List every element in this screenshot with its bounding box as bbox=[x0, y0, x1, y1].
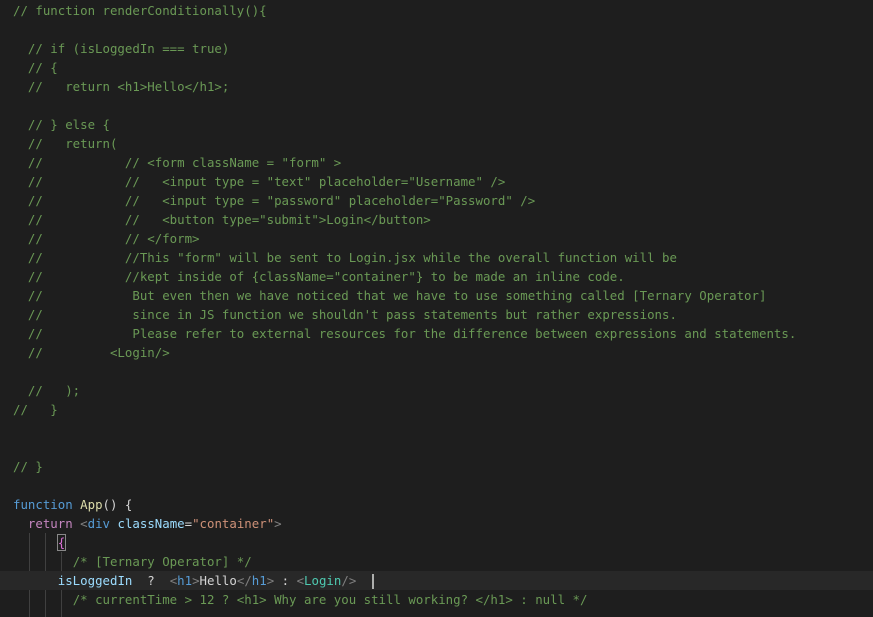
comment-text: // // <button type="submit">Login</butto… bbox=[13, 212, 431, 227]
comment-text: // ); bbox=[13, 383, 81, 398]
code-line[interactable]: { bbox=[13, 533, 873, 552]
code-editor[interactable]: // function renderConditionally(){ // if… bbox=[0, 0, 873, 617]
text-hello: Hello bbox=[199, 573, 237, 588]
code-line[interactable]: // //kept inside of {className="containe… bbox=[13, 267, 873, 286]
code-line[interactable]: // But even then we have noticed that we… bbox=[13, 286, 873, 305]
code-line[interactable]: // <Login/> bbox=[13, 343, 873, 362]
code-line[interactable]: // ); bbox=[13, 381, 873, 400]
function-parens: () { bbox=[102, 497, 133, 512]
code-line[interactable]: // //This "form" will be sent to Login.j… bbox=[13, 248, 873, 267]
tag-bracket: > bbox=[266, 573, 275, 588]
tag-bracket: /> bbox=[341, 573, 357, 588]
comment-text: // } bbox=[13, 459, 43, 474]
code-area[interactable]: // function renderConditionally(){ // if… bbox=[0, 1, 873, 609]
comment-text: // return( bbox=[13, 136, 118, 151]
matched-brace: { bbox=[56, 534, 67, 551]
code-line[interactable] bbox=[13, 362, 873, 381]
string-container: "container" bbox=[192, 516, 275, 531]
comment-text: // //kept inside of {className="containe… bbox=[13, 269, 625, 284]
code-line-current[interactable]: isLoggedIn ? <h1>Hello</h1> : <Login/> bbox=[0, 571, 873, 590]
comment-text: // // <input type = "text" placeholder="… bbox=[13, 174, 506, 189]
tag-bracket: < bbox=[80, 516, 88, 531]
comment-text: // return <h1>Hello</h1>; bbox=[13, 79, 230, 94]
var-isloggedin: isLoggedIn bbox=[57, 573, 133, 588]
code-line[interactable] bbox=[13, 419, 873, 438]
text-cursor bbox=[372, 574, 375, 589]
code-line[interactable]: // // <input type = "text" placeholder="… bbox=[13, 172, 873, 191]
tag-bracket: < bbox=[296, 573, 305, 588]
code-line[interactable]: /* [Ternary Operator] */ bbox=[13, 552, 873, 571]
code-line[interactable]: // } else { bbox=[13, 115, 873, 134]
comment-text: // since in JS function we shouldn't pas… bbox=[13, 307, 677, 322]
code-line[interactable]: // return <h1>Hello</h1>; bbox=[13, 77, 873, 96]
code-line[interactable]: // function renderConditionally(){ bbox=[13, 1, 873, 20]
code-line[interactable] bbox=[13, 20, 873, 39]
code-line[interactable]: // // <button type="submit">Login</butto… bbox=[13, 210, 873, 229]
code-line[interactable] bbox=[13, 438, 873, 457]
code-line[interactable]: // since in JS function we shouldn't pas… bbox=[13, 305, 873, 324]
comment-text: // But even then we have noticed that we… bbox=[13, 288, 767, 303]
equals-sign: = bbox=[184, 516, 193, 531]
comment-current-time: /* currentTime > 12 ? <h1> Why are you s… bbox=[72, 592, 588, 607]
tag-bracket: </ bbox=[236, 573, 252, 588]
comment-text: // // <input type = "password" placehold… bbox=[13, 193, 536, 208]
code-line[interactable]: // Please refer to external resources fo… bbox=[13, 324, 873, 343]
comment-text: // { bbox=[13, 60, 58, 75]
code-line[interactable] bbox=[13, 96, 873, 115]
comment-text: // // <form className = "form" > bbox=[13, 155, 342, 170]
component-login: Login bbox=[304, 573, 342, 588]
comment-text: // if (isLoggedIn === true) bbox=[13, 41, 230, 56]
code-line[interactable]: function App() { bbox=[13, 495, 873, 514]
ternary-question: ? bbox=[147, 573, 155, 588]
code-line[interactable]: // } bbox=[13, 457, 873, 476]
code-line[interactable]: // } bbox=[13, 400, 873, 419]
code-line[interactable]: // // </form> bbox=[13, 229, 873, 248]
code-line[interactable]: // { bbox=[13, 58, 873, 77]
comment-text: // } else { bbox=[13, 117, 110, 132]
keyword-return: return bbox=[27, 516, 73, 531]
tag-h1: h1 bbox=[177, 573, 193, 588]
code-line[interactable]: // // <form className = "form" > bbox=[13, 153, 873, 172]
code-line[interactable]: /* currentTime > 12 ? <h1> Why are you s… bbox=[13, 590, 873, 609]
comment-text: // Please refer to external resources fo… bbox=[13, 326, 797, 341]
tag-bracket: > bbox=[192, 573, 200, 588]
code-line[interactable]: return <div className="container"> bbox=[13, 514, 873, 533]
code-line[interactable]: // if (isLoggedIn === true) bbox=[13, 39, 873, 58]
code-line[interactable]: // return( bbox=[13, 134, 873, 153]
tag-bracket: > bbox=[274, 516, 282, 531]
comment-text: // function renderConditionally(){ bbox=[13, 3, 267, 18]
ternary-colon: : bbox=[281, 573, 290, 588]
code-line[interactable]: // // <input type = "password" placehold… bbox=[13, 191, 873, 210]
comment-text: // // </form> bbox=[13, 231, 200, 246]
keyword-function: function bbox=[13, 497, 73, 512]
function-name: App bbox=[80, 497, 103, 512]
attr-classname: className bbox=[117, 516, 185, 531]
comment-ternary: /* [Ternary Operator] */ bbox=[72, 554, 252, 569]
tag-div: div bbox=[87, 516, 111, 531]
comment-text: // } bbox=[13, 402, 58, 417]
tag-h1: h1 bbox=[251, 573, 267, 588]
comment-text: // <Login/> bbox=[13, 345, 170, 360]
code-line[interactable] bbox=[13, 476, 873, 495]
comment-text: // //This "form" will be sent to Login.j… bbox=[13, 250, 677, 265]
